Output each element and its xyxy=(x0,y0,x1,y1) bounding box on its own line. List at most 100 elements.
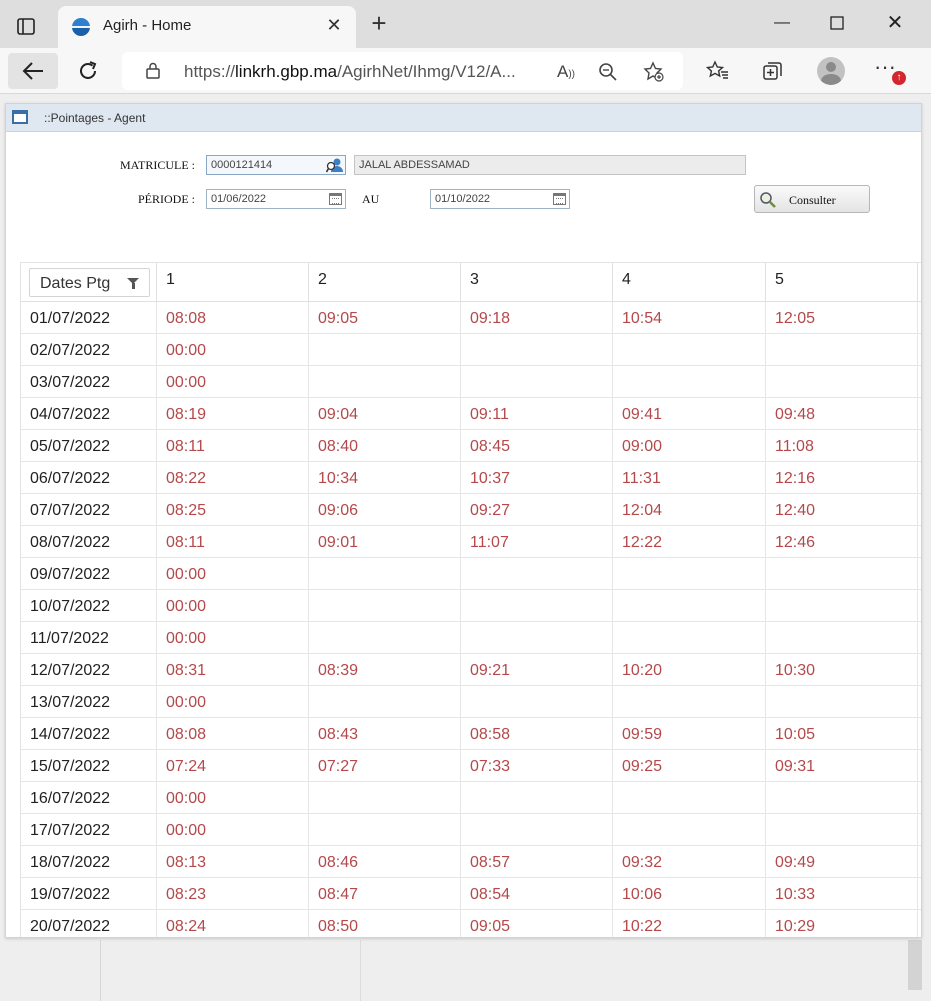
table-row[interactable]: 20/07/2022 08:24 08:50 09:05 10:22 10:29 xyxy=(21,910,921,937)
back-button[interactable] xyxy=(8,53,58,89)
favorites-icon[interactable] xyxy=(705,58,731,84)
time-cell: 09:31 xyxy=(766,750,918,782)
time-cell xyxy=(461,334,613,366)
minimize-icon[interactable]: — xyxy=(767,10,797,36)
time-cell: 08:50 xyxy=(309,910,461,937)
periode-from-value: 01/06/2022 xyxy=(211,193,267,205)
time-cell: 09:06 xyxy=(309,494,461,526)
table-row[interactable]: 10/07/2022 00:00 xyxy=(21,590,921,622)
table-row[interactable]: 03/07/2022 00:00 xyxy=(21,366,921,398)
column-header-1[interactable]: 1 xyxy=(157,263,309,302)
time-cell xyxy=(461,622,613,654)
time-cell xyxy=(461,814,613,846)
tab-actions-icon[interactable] xyxy=(14,14,38,38)
table-row[interactable]: 13/07/2022 00:00 xyxy=(21,686,921,718)
table-row[interactable]: 16/07/2022 00:00 xyxy=(21,782,921,814)
table-row[interactable]: 01/07/2022 08:08 09:05 09:18 10:54 12:05 xyxy=(21,302,921,334)
column-header-label: 3 xyxy=(470,271,479,288)
lock-icon[interactable] xyxy=(146,62,160,79)
column-header-4[interactable]: 4 xyxy=(613,263,766,302)
column-header-label: 2 xyxy=(318,271,327,288)
time-cell: 09:05 xyxy=(309,302,461,334)
agent-lookup-icon[interactable] xyxy=(325,157,343,174)
table-row[interactable]: 15/07/2022 07:24 07:27 07:33 09:25 09:31 xyxy=(21,750,921,782)
table-row[interactable]: 18/07/2022 08:13 08:46 08:57 09:32 09:49 xyxy=(21,846,921,878)
address-toolbar: https://linkrh.gbp.ma/AgirhNet/Ihmg/V12/… xyxy=(0,48,931,94)
close-window-icon[interactable]: ✕ xyxy=(880,10,910,36)
column-header-5[interactable]: 5 xyxy=(766,263,918,302)
time-cell: 07:33 xyxy=(461,750,613,782)
browser-tab[interactable]: Agirh - Home ✕ xyxy=(58,6,356,48)
time-cell xyxy=(309,686,461,718)
tab-title: Agirh - Home xyxy=(103,17,192,34)
periode-from-field[interactable]: 01/06/2022 xyxy=(206,189,346,209)
table-row[interactable]: 19/07/2022 08:23 08:47 08:54 10:06 10:33 xyxy=(21,878,921,910)
time-cell: 08:22 xyxy=(157,462,309,494)
date-cell: 03/07/2022 xyxy=(21,366,157,398)
time-cell xyxy=(309,366,461,398)
add-favorite-icon[interactable] xyxy=(642,60,666,84)
time-cell: 08:40 xyxy=(309,430,461,462)
close-tab-icon[interactable]: ✕ xyxy=(324,15,344,35)
time-cell xyxy=(766,782,918,814)
column-header-3[interactable]: 3 xyxy=(461,263,613,302)
time-cell: 10:22 xyxy=(613,910,766,937)
time-cell xyxy=(766,622,918,654)
table-row[interactable]: 07/07/2022 08:25 09:06 09:27 12:04 12:40 xyxy=(21,494,921,526)
vertical-scrollbar[interactable] xyxy=(908,940,922,990)
table-row[interactable]: 05/07/2022 08:11 08:40 08:45 09:00 11:08 xyxy=(21,430,921,462)
grid-header: Dates Ptg 1 2 3 4 5 xyxy=(21,263,921,302)
zoom-icon[interactable] xyxy=(596,60,620,84)
reload-button[interactable] xyxy=(72,56,104,86)
time-cell: 10:54 xyxy=(613,302,766,334)
time-cell xyxy=(766,814,918,846)
dates-filter-button[interactable]: Dates Ptg xyxy=(29,268,150,297)
time-cell: 07:27 xyxy=(309,750,461,782)
dates-column-header: Dates Ptg xyxy=(21,263,157,302)
table-row[interactable]: 04/07/2022 08:19 09:04 09:11 09:41 09:48 xyxy=(21,398,921,430)
read-aloud-icon[interactable]: A)) xyxy=(554,60,578,84)
time-cell: 00:00 xyxy=(157,622,309,654)
time-cell: 09:18 xyxy=(461,302,613,334)
time-cell: 09:05 xyxy=(461,910,613,937)
pointages-grid: Dates Ptg 1 2 3 4 5 01/07/2022 08:08 09:05… xyxy=(20,262,921,937)
time-cell: 10:30 xyxy=(766,654,918,686)
url-text[interactable]: https://linkrh.gbp.ma/AgirhNet/Ihmg/V12/… xyxy=(184,62,516,82)
time-cell xyxy=(309,622,461,654)
profile-avatar[interactable] xyxy=(817,57,845,85)
table-row[interactable]: 11/07/2022 00:00 xyxy=(21,622,921,654)
time-cell: 09:04 xyxy=(309,398,461,430)
collections-icon[interactable] xyxy=(760,58,786,84)
time-cell: 09:01 xyxy=(309,526,461,558)
column-header-label: 5 xyxy=(775,271,784,288)
matricule-field[interactable]: 0000121414 xyxy=(206,155,346,175)
calendar-icon[interactable] xyxy=(553,193,566,205)
time-cell xyxy=(613,686,766,718)
column-header-2[interactable]: 2 xyxy=(309,263,461,302)
table-row[interactable]: 17/07/2022 00:00 xyxy=(21,814,921,846)
time-cell: 10:34 xyxy=(309,462,461,494)
time-cell: 08:47 xyxy=(309,878,461,910)
column-header-label: 4 xyxy=(622,271,631,288)
au-label: AU xyxy=(362,192,380,206)
time-cell: 10:33 xyxy=(766,878,918,910)
date-cell: 04/07/2022 xyxy=(21,398,157,430)
magnifier-icon xyxy=(759,191,777,209)
time-cell xyxy=(461,686,613,718)
periode-to-field[interactable]: 01/10/2022 xyxy=(430,189,570,209)
new-tab-icon[interactable]: + xyxy=(367,10,391,36)
consulter-label: Consulter xyxy=(789,193,836,207)
table-row[interactable]: 08/07/2022 08:11 09:01 11:07 12:22 12:46 xyxy=(21,526,921,558)
time-cell xyxy=(613,334,766,366)
table-row[interactable]: 06/07/2022 08:22 10:34 10:37 11:31 12:16 xyxy=(21,462,921,494)
time-cell: 08:43 xyxy=(309,718,461,750)
calendar-icon[interactable] xyxy=(329,193,342,205)
table-row[interactable]: 12/07/2022 08:31 08:39 09:21 10:20 10:30 xyxy=(21,654,921,686)
maximize-icon[interactable] xyxy=(822,10,852,36)
table-row[interactable]: 14/07/2022 08:08 08:43 08:58 09:59 10:05 xyxy=(21,718,921,750)
table-row[interactable]: 02/07/2022 00:00 xyxy=(21,334,921,366)
consulter-button[interactable]: Consulter xyxy=(754,185,870,213)
table-row[interactable]: 09/07/2022 00:00 xyxy=(21,558,921,590)
time-cell xyxy=(309,590,461,622)
address-bar[interactable]: https://linkrh.gbp.ma/AgirhNet/Ihmg/V12/… xyxy=(122,52,683,90)
